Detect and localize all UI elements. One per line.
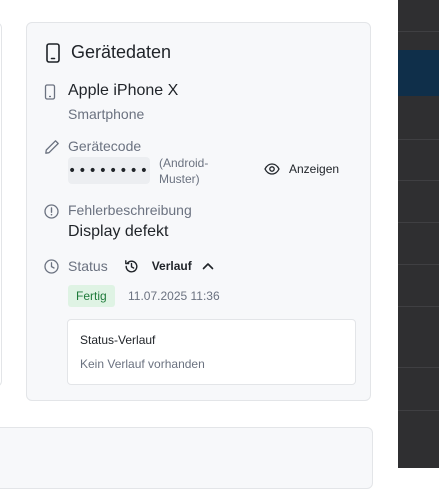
show-code-button[interactable]: Anzeigen <box>264 162 339 176</box>
status-history-empty: Kein Verlauf vorhanden <box>80 357 205 371</box>
overlay-divider <box>398 264 439 265</box>
overlay-divider <box>398 180 439 181</box>
error-value: Display defekt <box>68 223 169 240</box>
status-history-title: Status-Verlauf <box>80 333 156 347</box>
eye-icon <box>264 163 280 175</box>
status-label: Status <box>68 258 108 274</box>
status-badge: Fertig <box>68 285 115 307</box>
device-name: Apple iPhone X <box>68 82 179 99</box>
clock-icon <box>44 258 59 274</box>
next-card <box>0 427 373 489</box>
overlay-divider <box>398 306 439 307</box>
smartphone-icon <box>45 42 61 63</box>
device-data-card: Gerätedaten Apple iPhone X Smartphone Ge… <box>26 22 371 401</box>
overlay-divider <box>398 139 439 140</box>
overlay-divider <box>398 31 439 32</box>
alert-circle-icon <box>44 204 59 219</box>
left-card-edge <box>0 22 2 387</box>
side-overlay-panel <box>398 0 439 468</box>
overlay-highlight-band <box>398 50 439 96</box>
device-code-value: •••••••• <box>68 157 150 184</box>
overlay-divider <box>398 410 439 411</box>
overlay-divider <box>398 367 439 368</box>
chevron-up-icon <box>202 262 214 270</box>
card-header: Gerätedaten <box>45 42 171 63</box>
device-icon <box>44 84 56 100</box>
device-code-label: Gerätecode <box>68 138 142 154</box>
pencil-icon <box>44 139 60 155</box>
history-icon <box>124 259 139 274</box>
status-history-panel: Status-Verlauf Kein Verlauf vorhanden <box>67 319 356 385</box>
card-title: Gerätedaten <box>71 42 172 62</box>
history-toggle-button[interactable]: Verlauf <box>124 259 214 274</box>
status-timestamp: 11.07.2025 11:36 <box>128 289 220 303</box>
overlay-divider <box>398 222 439 223</box>
device-code-note: (Android-Muster) <box>159 156 209 186</box>
device-type: Smartphone <box>68 106 145 122</box>
error-label: Fehlerbeschreibung <box>68 202 192 218</box>
status-row: Status Verlauf <box>44 258 214 274</box>
show-code-label: Anzeigen <box>289 162 340 176</box>
history-toggle-label: Verlauf <box>151 259 192 273</box>
